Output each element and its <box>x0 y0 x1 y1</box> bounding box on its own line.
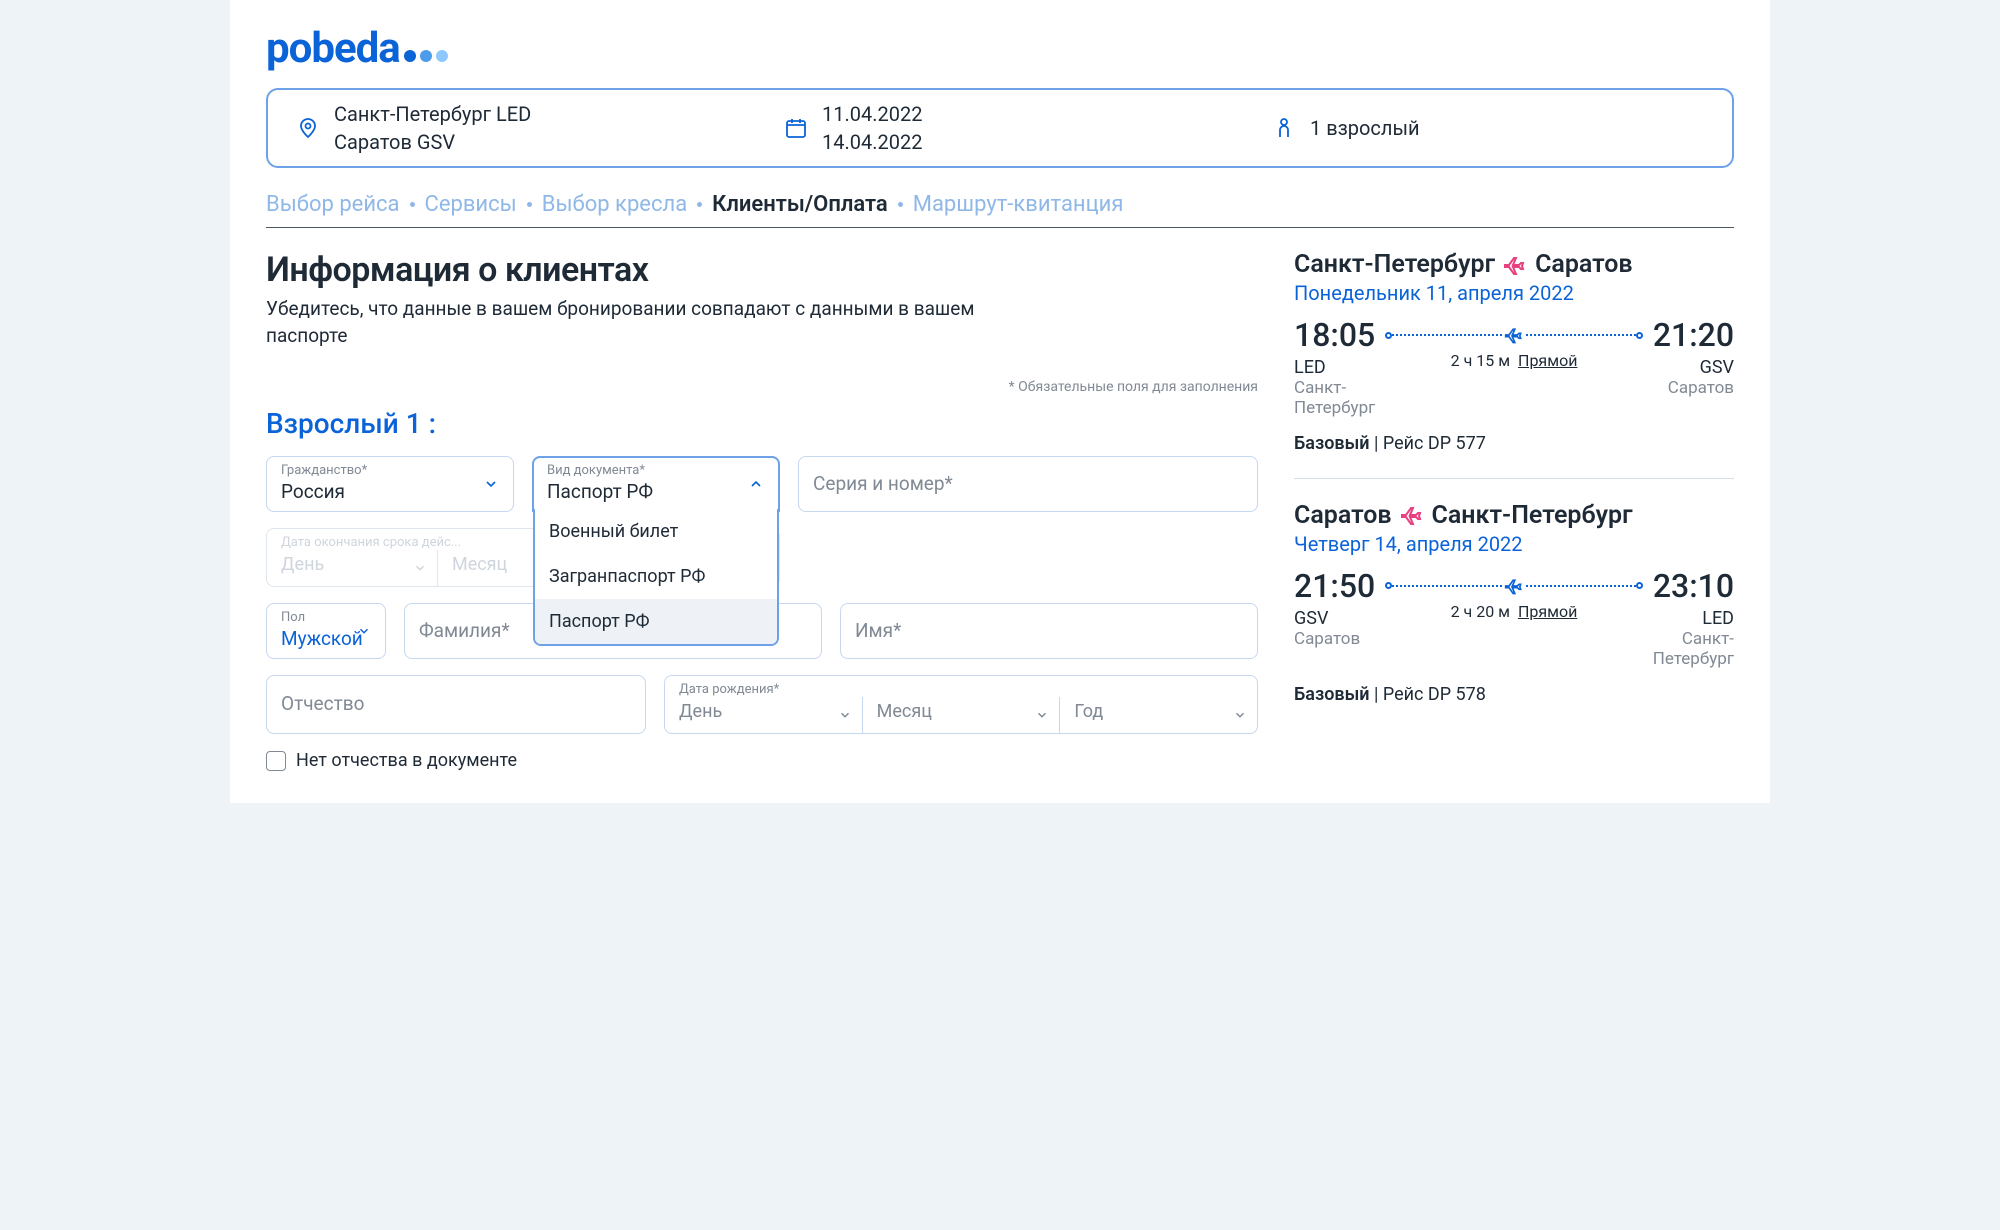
dob-year-select[interactable]: Год <box>1059 697 1257 733</box>
search-to: Саратов GSV <box>334 130 531 154</box>
chevron-down-icon <box>1233 708 1247 722</box>
stops-link[interactable]: Прямой <box>1518 351 1577 370</box>
departure-code: GSV <box>1294 608 1375 629</box>
firstname-input[interactable]: Имя* <box>840 603 1258 659</box>
divider <box>1294 478 1734 479</box>
search-summary-bar[interactable]: Санкт-Петербург LED Саратов GSV 11.04.20… <box>266 88 1734 168</box>
search-dates-cell[interactable]: 11.04.2022 14.04.2022 <box>756 102 1244 154</box>
arrival-city: Санкт-Петербург <box>1653 629 1734 670</box>
plane-icon <box>1503 253 1527 277</box>
flight-segment: Саратов Санкт-Петербург Четверг 14, апре… <box>1294 501 1734 705</box>
plane-icon <box>1400 503 1424 527</box>
crumb-separator-icon <box>697 202 702 207</box>
departure-code: LED <box>1294 357 1375 378</box>
checkbox-label: Нет отчества в документе <box>296 750 517 771</box>
field-label: Гражданство* <box>281 463 499 479</box>
logo[interactable]: pobeda <box>266 28 1734 70</box>
crumb-step[interactable]: Сервисы <box>425 192 517 217</box>
citizenship-select[interactable]: Гражданство* Россия <box>266 456 514 512</box>
search-pax: 1 взрослый <box>1310 116 1420 140</box>
page-title: Информация о клиентах <box>266 250 1258 290</box>
itinerary-sidebar: Санкт-Петербург Саратов Понедельник 11, … <box>1294 250 1734 729</box>
chevron-down-icon <box>1035 708 1049 722</box>
flight-segment: Санкт-Петербург Саратов Понедельник 11, … <box>1294 250 1734 454</box>
document-type-select[interactable]: Вид документа* Паспорт РФ Военный билет … <box>532 456 780 512</box>
flight-number: Рейс DP 578 <box>1383 684 1486 705</box>
segment-from-city: Санкт-Петербург <box>1294 250 1495 279</box>
crumb-step-active: Клиенты/Оплата <box>712 192 888 217</box>
flight-duration: 2 ч 20 м <box>1451 602 1510 621</box>
dropdown-option[interactable]: Загранпаспорт РФ <box>535 554 777 599</box>
crumb-step[interactable]: Выбор кресла <box>542 192 687 217</box>
fare-name: Базовый <box>1294 684 1370 705</box>
crumb-step[interactable]: Выбор рейса <box>266 192 400 217</box>
fare-name: Базовый <box>1294 433 1370 454</box>
expiry-day-select: День <box>267 550 437 586</box>
arrival-code: GSV <box>1653 357 1734 378</box>
chevron-down-icon <box>483 476 499 492</box>
document-type-dropdown: Военный билет Загранпаспорт РФ Паспорт Р… <box>533 509 779 646</box>
crumb-separator-icon <box>898 202 903 207</box>
segment-to-city: Санкт-Петербург <box>1432 501 1633 530</box>
field-label: Вид документа* <box>547 463 765 479</box>
field-placeholder: Серия и номер* <box>813 472 1243 495</box>
arrival-city: Саратов <box>1653 378 1734 398</box>
required-hint: * Обязательные поля для заполнения <box>266 379 1258 395</box>
stops-link[interactable]: Прямой <box>1518 602 1577 621</box>
field-label: Дата рождения* <box>665 676 1257 697</box>
departure-time: 21:50 <box>1294 570 1375 602</box>
segment-to-city: Саратов <box>1535 250 1633 279</box>
checkbox-icon <box>266 751 286 771</box>
person-icon <box>1272 116 1296 140</box>
segment-date: Четверг 14, апреля 2022 <box>1294 532 1734 556</box>
search-route-cell[interactable]: Санкт-Петербург LED Саратов GSV <box>268 102 756 154</box>
chevron-down-icon <box>357 624 371 638</box>
crumb-step: Маршрут-квитанция <box>913 192 1124 217</box>
gender-select[interactable]: Пол Мужской <box>266 603 386 659</box>
chevron-up-icon <box>748 476 764 492</box>
crumb-separator-icon <box>527 202 532 207</box>
route-line-icon <box>1385 576 1643 596</box>
passenger-section-title: Взрослый 1 : <box>266 407 1258 440</box>
segment-from-city: Саратов <box>1294 501 1392 530</box>
arrival-code: LED <box>1653 608 1734 629</box>
segment-date: Понедельник 11, апреля 2022 <box>1294 281 1734 305</box>
chevron-down-icon <box>838 708 852 722</box>
logo-dot-icon <box>436 50 448 62</box>
dropdown-option-selected[interactable]: Паспорт РФ <box>535 599 777 644</box>
field-placeholder: Отчество <box>281 692 631 715</box>
crumb-separator-icon <box>410 202 415 207</box>
patronymic-input[interactable]: Отчество <box>266 675 646 734</box>
field-value: Россия <box>281 480 499 503</box>
flight-number: Рейс DP 577 <box>1383 433 1486 454</box>
dob-date-group: Дата рождения* День Месяц Год <box>664 675 1258 734</box>
departure-city: Саратов <box>1294 629 1375 649</box>
search-date-out: 11.04.2022 <box>822 102 922 126</box>
search-from: Санкт-Петербург LED <box>334 102 531 126</box>
departure-city: Санкт-Петербург <box>1294 378 1375 419</box>
flight-duration: 2 ч 15 м <box>1451 351 1510 370</box>
progress-breadcrumb: Выбор рейса Сервисы Выбор кресла Клиенты… <box>266 192 1734 217</box>
calendar-icon <box>784 116 808 140</box>
dropdown-option[interactable]: Военный билет <box>535 509 777 554</box>
arrival-time: 21:20 <box>1653 319 1734 351</box>
logo-dot-icon <box>420 50 432 62</box>
search-date-back: 14.04.2022 <box>822 130 922 154</box>
location-pin-icon <box>296 116 320 140</box>
chevron-down-icon <box>413 561 427 575</box>
document-number-input[interactable]: Серия и номер* <box>798 456 1258 512</box>
arrival-time: 23:10 <box>1653 570 1734 602</box>
logo-dot-icon <box>404 50 416 62</box>
no-patronymic-checkbox[interactable]: Нет отчества в документе <box>266 750 1258 771</box>
search-pax-cell[interactable]: 1 взрослый <box>1244 102 1732 154</box>
field-placeholder: Имя* <box>855 619 1243 642</box>
logo-text: pobeda <box>266 28 400 70</box>
route-line-icon <box>1385 325 1643 345</box>
page-subtitle: Убедитесь, что данные в вашем бронирован… <box>266 296 986 349</box>
divider <box>266 227 1734 228</box>
departure-time: 18:05 <box>1294 319 1375 351</box>
dob-day-select[interactable]: День <box>665 697 862 733</box>
field-value: Паспорт РФ <box>547 480 765 503</box>
dob-month-select[interactable]: Месяц <box>862 697 1060 733</box>
